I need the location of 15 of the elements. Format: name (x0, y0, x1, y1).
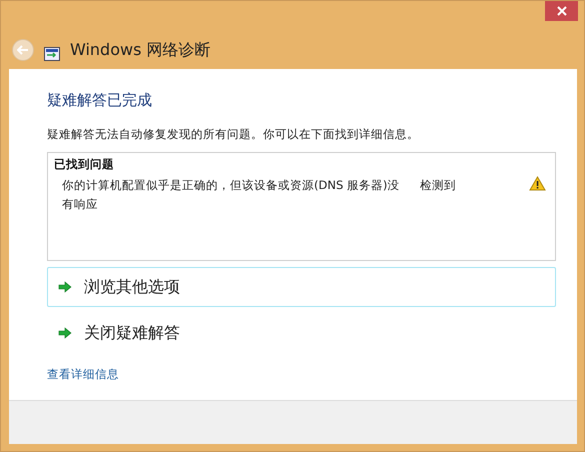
network-icon (44, 47, 60, 61)
problems-title: 已找到问题 (54, 157, 115, 172)
page-heading: 疑难解答已完成 (47, 91, 153, 110)
back-arrow-icon (17, 45, 29, 55)
warning-icon (529, 176, 546, 191)
option-button[interactable]: 浏览其他选项 (47, 267, 556, 307)
arrow-icon (58, 281, 72, 293)
close-icon (556, 6, 566, 16)
close-button[interactable] (545, 1, 578, 21)
arrow-icon (58, 327, 72, 339)
description-text: 疑难解答无法自动修复发现的所有问题。你可以在下面找到详细信息。 (47, 127, 420, 142)
problem-text: 你的计算机配置似乎是正确的，但该设备或资源(DNS 服务器)没有响应 (62, 177, 400, 213)
problem-status: 检测到 (419, 177, 457, 194)
window-title: Windows 网络诊断 (70, 40, 211, 61)
details-link[interactable]: 查看详细信息 (47, 367, 119, 382)
